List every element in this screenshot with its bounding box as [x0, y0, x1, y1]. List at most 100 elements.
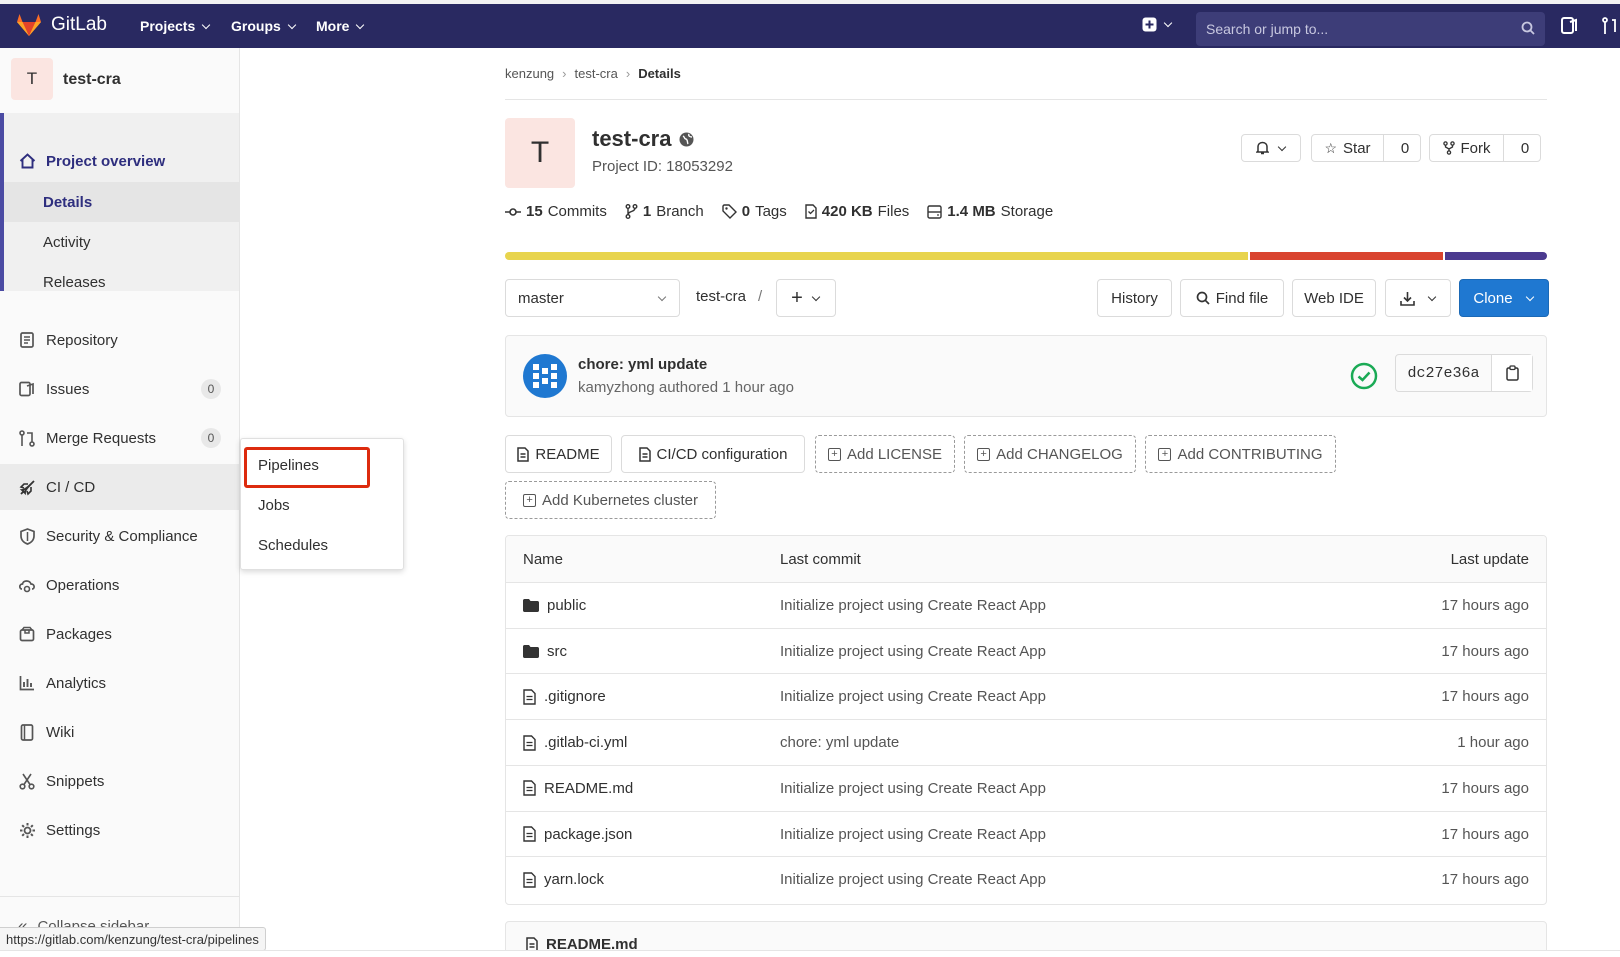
sidebar-sub-releases[interactable]: Releases: [0, 262, 239, 302]
file-name-cell[interactable]: .gitignore: [523, 688, 606, 705]
download-dropdown[interactable]: [1385, 279, 1451, 317]
language-bar-segment[interactable]: [1445, 252, 1547, 260]
groups-menu[interactable]: Groups: [231, 18, 297, 34]
sidebar-sub-details[interactable]: Details: [4, 182, 239, 222]
sidebar-item-repository[interactable]: Repository: [0, 317, 239, 363]
table-row[interactable]: README.md Initialize project using Create…: [505, 764, 1547, 811]
new-item-dropdown[interactable]: [1142, 17, 1173, 32]
breadcrumb-item[interactable]: test-cra: [575, 66, 618, 81]
file-name[interactable]: yarn.lock: [544, 871, 604, 888]
tags-stat[interactable]: 0 Tags: [722, 203, 787, 220]
last-commit-message[interactable]: Initialize project using Create React Ap…: [780, 643, 1046, 660]
table-row[interactable]: .gitignore Initialize project using Creat…: [505, 673, 1547, 719]
file-name-cell[interactable]: package.json: [523, 826, 632, 843]
pipeline-status-icon[interactable]: [1350, 362, 1378, 395]
fork-button-group[interactable]: Fork 0: [1429, 134, 1541, 162]
sidebar-item-settings[interactable]: Settings: [0, 807, 239, 853]
merge-requests-count-badge: 0: [201, 428, 221, 448]
add-license-button[interactable]: + Add LICENSE: [815, 435, 955, 473]
commit-message[interactable]: chore: yml update: [578, 356, 707, 373]
last-commit-message[interactable]: chore: yml update: [780, 734, 899, 751]
flyout-item-schedules[interactable]: Schedules: [258, 537, 328, 554]
sidebar-item-operations[interactable]: Operations: [0, 562, 239, 608]
find-file-button[interactable]: Find file: [1180, 279, 1284, 317]
storage-stat[interactable]: 1.4 MB Storage: [927, 203, 1053, 220]
history-button[interactable]: History: [1097, 279, 1172, 317]
last-commit-message[interactable]: Initialize project using Create React Ap…: [780, 826, 1046, 843]
gitlab-logo[interactable]: GitLab: [16, 13, 107, 37]
sidebar-item-security-compliance[interactable]: Security & Compliance: [0, 513, 239, 559]
copy-sha-button[interactable]: [1492, 355, 1532, 391]
table-row[interactable]: .gitlab-ci.yml chore: yml update 1 hour ag…: [505, 719, 1547, 765]
file-name[interactable]: README.md: [544, 780, 633, 797]
add-to-tree-dropdown[interactable]: +: [776, 279, 836, 317]
last-update-time: 17 hours ago: [1441, 597, 1529, 614]
clone-dropdown-button[interactable]: Clone: [1459, 279, 1549, 317]
branch-selector[interactable]: master: [505, 279, 680, 317]
file-name-cell[interactable]: public: [523, 597, 586, 614]
chevron-down-icon: [287, 20, 297, 29]
author-avatar[interactable]: [523, 354, 567, 398]
language-bar-segment[interactable]: [505, 252, 1249, 260]
table-row[interactable]: package.json Initialize project using Cre…: [505, 810, 1547, 857]
project-avatar[interactable]: T: [11, 58, 53, 100]
add-kubernetes-cluster-button[interactable]: + Add Kubernetes cluster: [505, 481, 716, 519]
file-name[interactable]: .gitlab-ci.yml: [544, 734, 627, 751]
readme-label: README: [535, 445, 600, 463]
table-row[interactable]: yarn.lock Initialize project using Create…: [505, 856, 1547, 902]
sidebar-item-project-overview[interactable]: Project overview: [0, 138, 239, 184]
sidebar-item-merge-requests[interactable]: Merge Requests 0: [0, 415, 239, 461]
table-row[interactable]: src Initialize project using Create React…: [505, 627, 1547, 674]
add-changelog-button[interactable]: + Add CHANGELOG: [964, 435, 1136, 473]
fork-count[interactable]: 0: [1510, 140, 1540, 157]
commits-stat[interactable]: 15 Commits: [505, 203, 607, 220]
sidebar-item-issues[interactable]: Issues 0: [0, 366, 239, 412]
file-name[interactable]: .gitignore: [544, 688, 606, 705]
sidebar-item-snippets[interactable]: Snippets: [0, 758, 239, 804]
breadcrumb-current[interactable]: Details: [638, 66, 681, 81]
sidebar-item-ci-cd[interactable]: CI / CD: [0, 464, 239, 510]
last-commit-message[interactable]: Initialize project using Create React Ap…: [780, 597, 1046, 614]
fork-button[interactable]: Fork: [1430, 135, 1504, 161]
branches-stat[interactable]: 1 Branch: [625, 203, 704, 220]
add-contributing-button[interactable]: + Add CONTRIBUTING: [1145, 435, 1336, 473]
path-root[interactable]: test-cra: [696, 288, 746, 305]
more-menu[interactable]: More: [316, 18, 365, 34]
download-icon: [1399, 291, 1415, 306]
sidebar-sub-activity[interactable]: Activity: [0, 222, 239, 262]
star-count[interactable]: 0: [1390, 140, 1420, 157]
file-name-cell[interactable]: README.md: [523, 780, 633, 797]
web-ide-button[interactable]: Web IDE: [1292, 279, 1376, 317]
issues-shortcut-icon[interactable]: [1561, 17, 1578, 39]
column-header-last-update: Last update: [1450, 551, 1529, 568]
file-name[interactable]: src: [547, 643, 567, 660]
last-commit-message[interactable]: Initialize project using Create React Ap…: [780, 871, 1046, 888]
file-name-cell[interactable]: yarn.lock: [523, 871, 604, 888]
file-name[interactable]: package.json: [544, 826, 632, 843]
projects-menu[interactable]: Projects: [140, 18, 211, 34]
file-name-cell[interactable]: .gitlab-ci.yml: [523, 734, 627, 751]
readme-button[interactable]: README: [505, 435, 612, 473]
search-input[interactable]: Search or jump to...: [1196, 12, 1545, 46]
files-stat[interactable]: 420 KB Files: [805, 203, 909, 220]
file-name-cell[interactable]: src: [523, 643, 567, 660]
ci-cd-configuration-button[interactable]: CI/CD configuration: [621, 435, 805, 473]
sidebar-item-packages[interactable]: Packages: [0, 611, 239, 657]
find-file-label: Find file: [1215, 289, 1269, 307]
breadcrumb-item[interactable]: kenzung: [505, 66, 554, 81]
flyout-item-jobs[interactable]: Jobs: [258, 497, 290, 514]
flyout-item-pipelines[interactable]: Pipelines: [258, 457, 319, 474]
sidebar-project-name[interactable]: test-cra: [63, 71, 121, 89]
file-name[interactable]: public: [547, 597, 586, 614]
notification-dropdown[interactable]: [1241, 134, 1301, 162]
table-row[interactable]: public Initialize project using Create Re…: [505, 582, 1547, 628]
sidebar-item-wiki[interactable]: Wiki: [0, 709, 239, 755]
star-button[interactable]: ☆ Star: [1312, 135, 1384, 161]
merge-requests-shortcut-icon[interactable]: [1602, 17, 1618, 40]
commit-sha[interactable]: dc27e36a: [1396, 355, 1492, 391]
star-button-group[interactable]: ☆ Star 0: [1311, 134, 1421, 162]
last-commit-message[interactable]: Initialize project using Create React Ap…: [780, 688, 1046, 705]
last-commit-message[interactable]: Initialize project using Create React Ap…: [780, 780, 1046, 797]
sidebar-item-analytics[interactable]: Analytics: [0, 660, 239, 706]
language-bar-segment[interactable]: [1250, 252, 1444, 260]
